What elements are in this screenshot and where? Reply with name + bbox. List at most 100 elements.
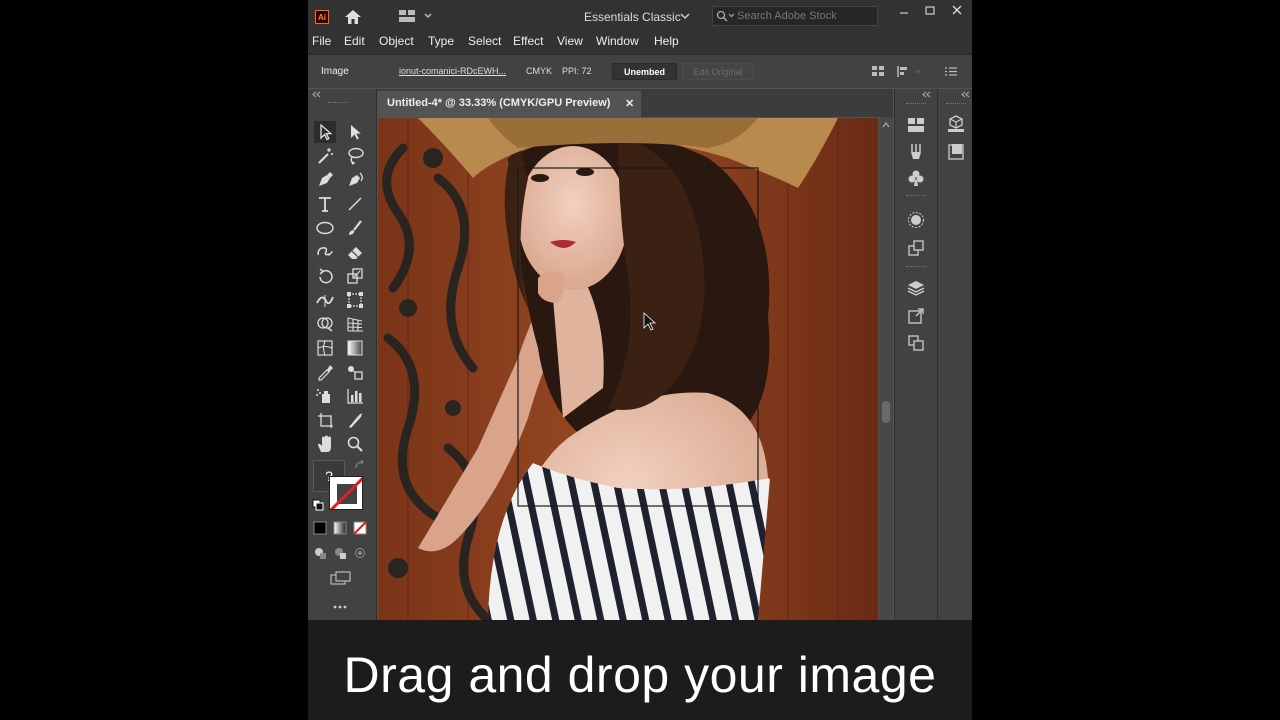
align-icon[interactable] [871, 65, 885, 78]
workspace-switcher-icon[interactable] [398, 9, 434, 23]
mesh-tool[interactable] [314, 337, 336, 359]
lasso-tool[interactable] [344, 145, 366, 167]
slice-tool[interactable] [344, 409, 366, 431]
shape-builder-icon [317, 317, 333, 332]
chevron-down-icon[interactable] [680, 12, 690, 20]
gradient-tool[interactable] [344, 337, 366, 359]
close-document-icon[interactable]: ✕ [625, 97, 634, 110]
ellipse-icon [316, 221, 334, 235]
menu-select[interactable]: Select [468, 34, 501, 48]
linked-file-name[interactable]: ionut-comanici-RDcEWH... [399, 66, 506, 76]
type-t-icon [319, 197, 331, 212]
blend-tool[interactable] [344, 361, 366, 383]
menu-edit[interactable]: Edit [344, 34, 365, 48]
stock-search-input[interactable]: Search Adobe Stock [712, 6, 878, 26]
asset-export-icon[interactable] [946, 142, 966, 162]
panel-menu-icon[interactable] [944, 65, 958, 78]
collapse-dock-icon[interactable] [921, 91, 931, 98]
swap-fill-stroke-icon[interactable] [354, 460, 366, 470]
collapse-toolbar-icon[interactable] [311, 91, 321, 98]
menu-view[interactable]: View [557, 34, 583, 48]
curvature-pen-icon [349, 172, 363, 186]
document-tab-title: Untitled-4* @ 33.33% (CMYK/GPU Preview) [387, 97, 611, 109]
eyedropper-tool[interactable] [314, 361, 336, 383]
menu-object[interactable]: Object [379, 34, 414, 48]
toolbar-grip[interactable] [328, 102, 348, 105]
shaper-icon [317, 247, 333, 256]
shaper-tool[interactable] [314, 241, 336, 263]
symbols-club-icon[interactable] [906, 169, 926, 187]
paintbrush-tool[interactable] [344, 217, 366, 239]
menu-file[interactable]: File [312, 34, 331, 48]
shape-builder-tool[interactable] [314, 313, 336, 335]
edit-original-button[interactable]: Edit Original [682, 63, 754, 80]
draw-normal-icon[interactable] [313, 546, 327, 560]
close-icon[interactable] [947, 4, 967, 18]
maximize-icon[interactable] [920, 4, 940, 18]
menu-help[interactable]: Help [654, 34, 679, 48]
pen-tool[interactable] [314, 169, 336, 191]
appearance-icon[interactable] [906, 211, 926, 229]
export-asset-icon[interactable] [906, 307, 926, 325]
artboards-icon[interactable] [906, 334, 926, 352]
libraries-icon[interactable] [946, 114, 966, 134]
title-bar: Ai Essentials Classic Search Adobe Stock [308, 0, 972, 32]
symbol-sprayer-tool[interactable] [314, 385, 336, 407]
draw-inside-icon[interactable] [353, 546, 367, 560]
transparency-icon[interactable] [906, 239, 926, 257]
stroke-swatch[interactable] [329, 476, 363, 510]
panel-grip[interactable] [906, 195, 926, 196]
selection-tool[interactable] [314, 121, 336, 143]
workspace-name[interactable]: Essentials Classic [584, 10, 681, 24]
draw-behind-icon[interactable] [333, 546, 347, 560]
panel-grip[interactable] [906, 103, 926, 104]
document-tab[interactable]: Untitled-4* @ 33.33% (CMYK/GPU Preview) … [377, 91, 641, 117]
gradient-mode-icon[interactable] [333, 521, 347, 535]
width-icon [316, 295, 334, 307]
tools-panel: ? [308, 89, 377, 620]
placed-image[interactable] [378, 118, 878, 620]
portrait-photo [378, 118, 878, 620]
brushes-icon[interactable] [906, 142, 926, 160]
scroll-thumb[interactable] [882, 401, 890, 423]
selection-arrow-icon [320, 123, 333, 141]
properties-icon[interactable] [906, 116, 926, 134]
artboard-tool[interactable] [314, 409, 336, 431]
layers-icon[interactable] [906, 279, 926, 297]
width-tool[interactable] [314, 289, 336, 311]
menu-window[interactable]: Window [596, 34, 639, 48]
collapse-panel-icon[interactable] [960, 91, 970, 98]
ellipse-tool[interactable] [314, 217, 336, 239]
unembed-button[interactable]: Unembed [612, 63, 677, 80]
curvature-tool[interactable] [344, 169, 366, 191]
none-mode-icon[interactable] [353, 521, 367, 535]
free-transform-tool[interactable] [344, 289, 366, 311]
perspective-grid-tool[interactable] [344, 313, 366, 335]
rotate-tool[interactable] [314, 265, 336, 287]
panel-grip[interactable] [946, 103, 966, 104]
menu-effect[interactable]: Effect [513, 34, 543, 48]
home-icon[interactable] [343, 8, 363, 26]
panel-grip[interactable] [906, 266, 926, 267]
illustrator-window: Ai Essentials Classic Search Adobe Stock… [308, 0, 972, 620]
vertical-scrollbar[interactable] [879, 117, 893, 620]
column-graph-tool[interactable] [344, 385, 366, 407]
rotate-icon [319, 268, 333, 284]
scale-tool[interactable] [344, 265, 366, 287]
transform-icon[interactable] [896, 65, 924, 78]
default-fill-stroke-icon[interactable] [312, 499, 324, 511]
minimize-icon[interactable] [894, 4, 914, 18]
edit-toolbar-icon[interactable] [332, 604, 348, 610]
scroll-up-icon[interactable] [882, 122, 890, 128]
panel-dock-left [894, 89, 937, 620]
type-tool[interactable] [314, 193, 336, 215]
line-segment-tool[interactable] [344, 193, 366, 215]
magic-wand-tool[interactable] [314, 145, 336, 167]
eraser-tool[interactable] [344, 241, 366, 263]
hand-tool[interactable] [314, 433, 336, 455]
menu-type[interactable]: Type [428, 34, 454, 48]
zoom-tool[interactable] [344, 433, 366, 455]
screen-mode-icon[interactable] [329, 570, 353, 586]
color-mode-icon[interactable] [313, 521, 327, 535]
direct-selection-tool[interactable] [344, 121, 366, 143]
